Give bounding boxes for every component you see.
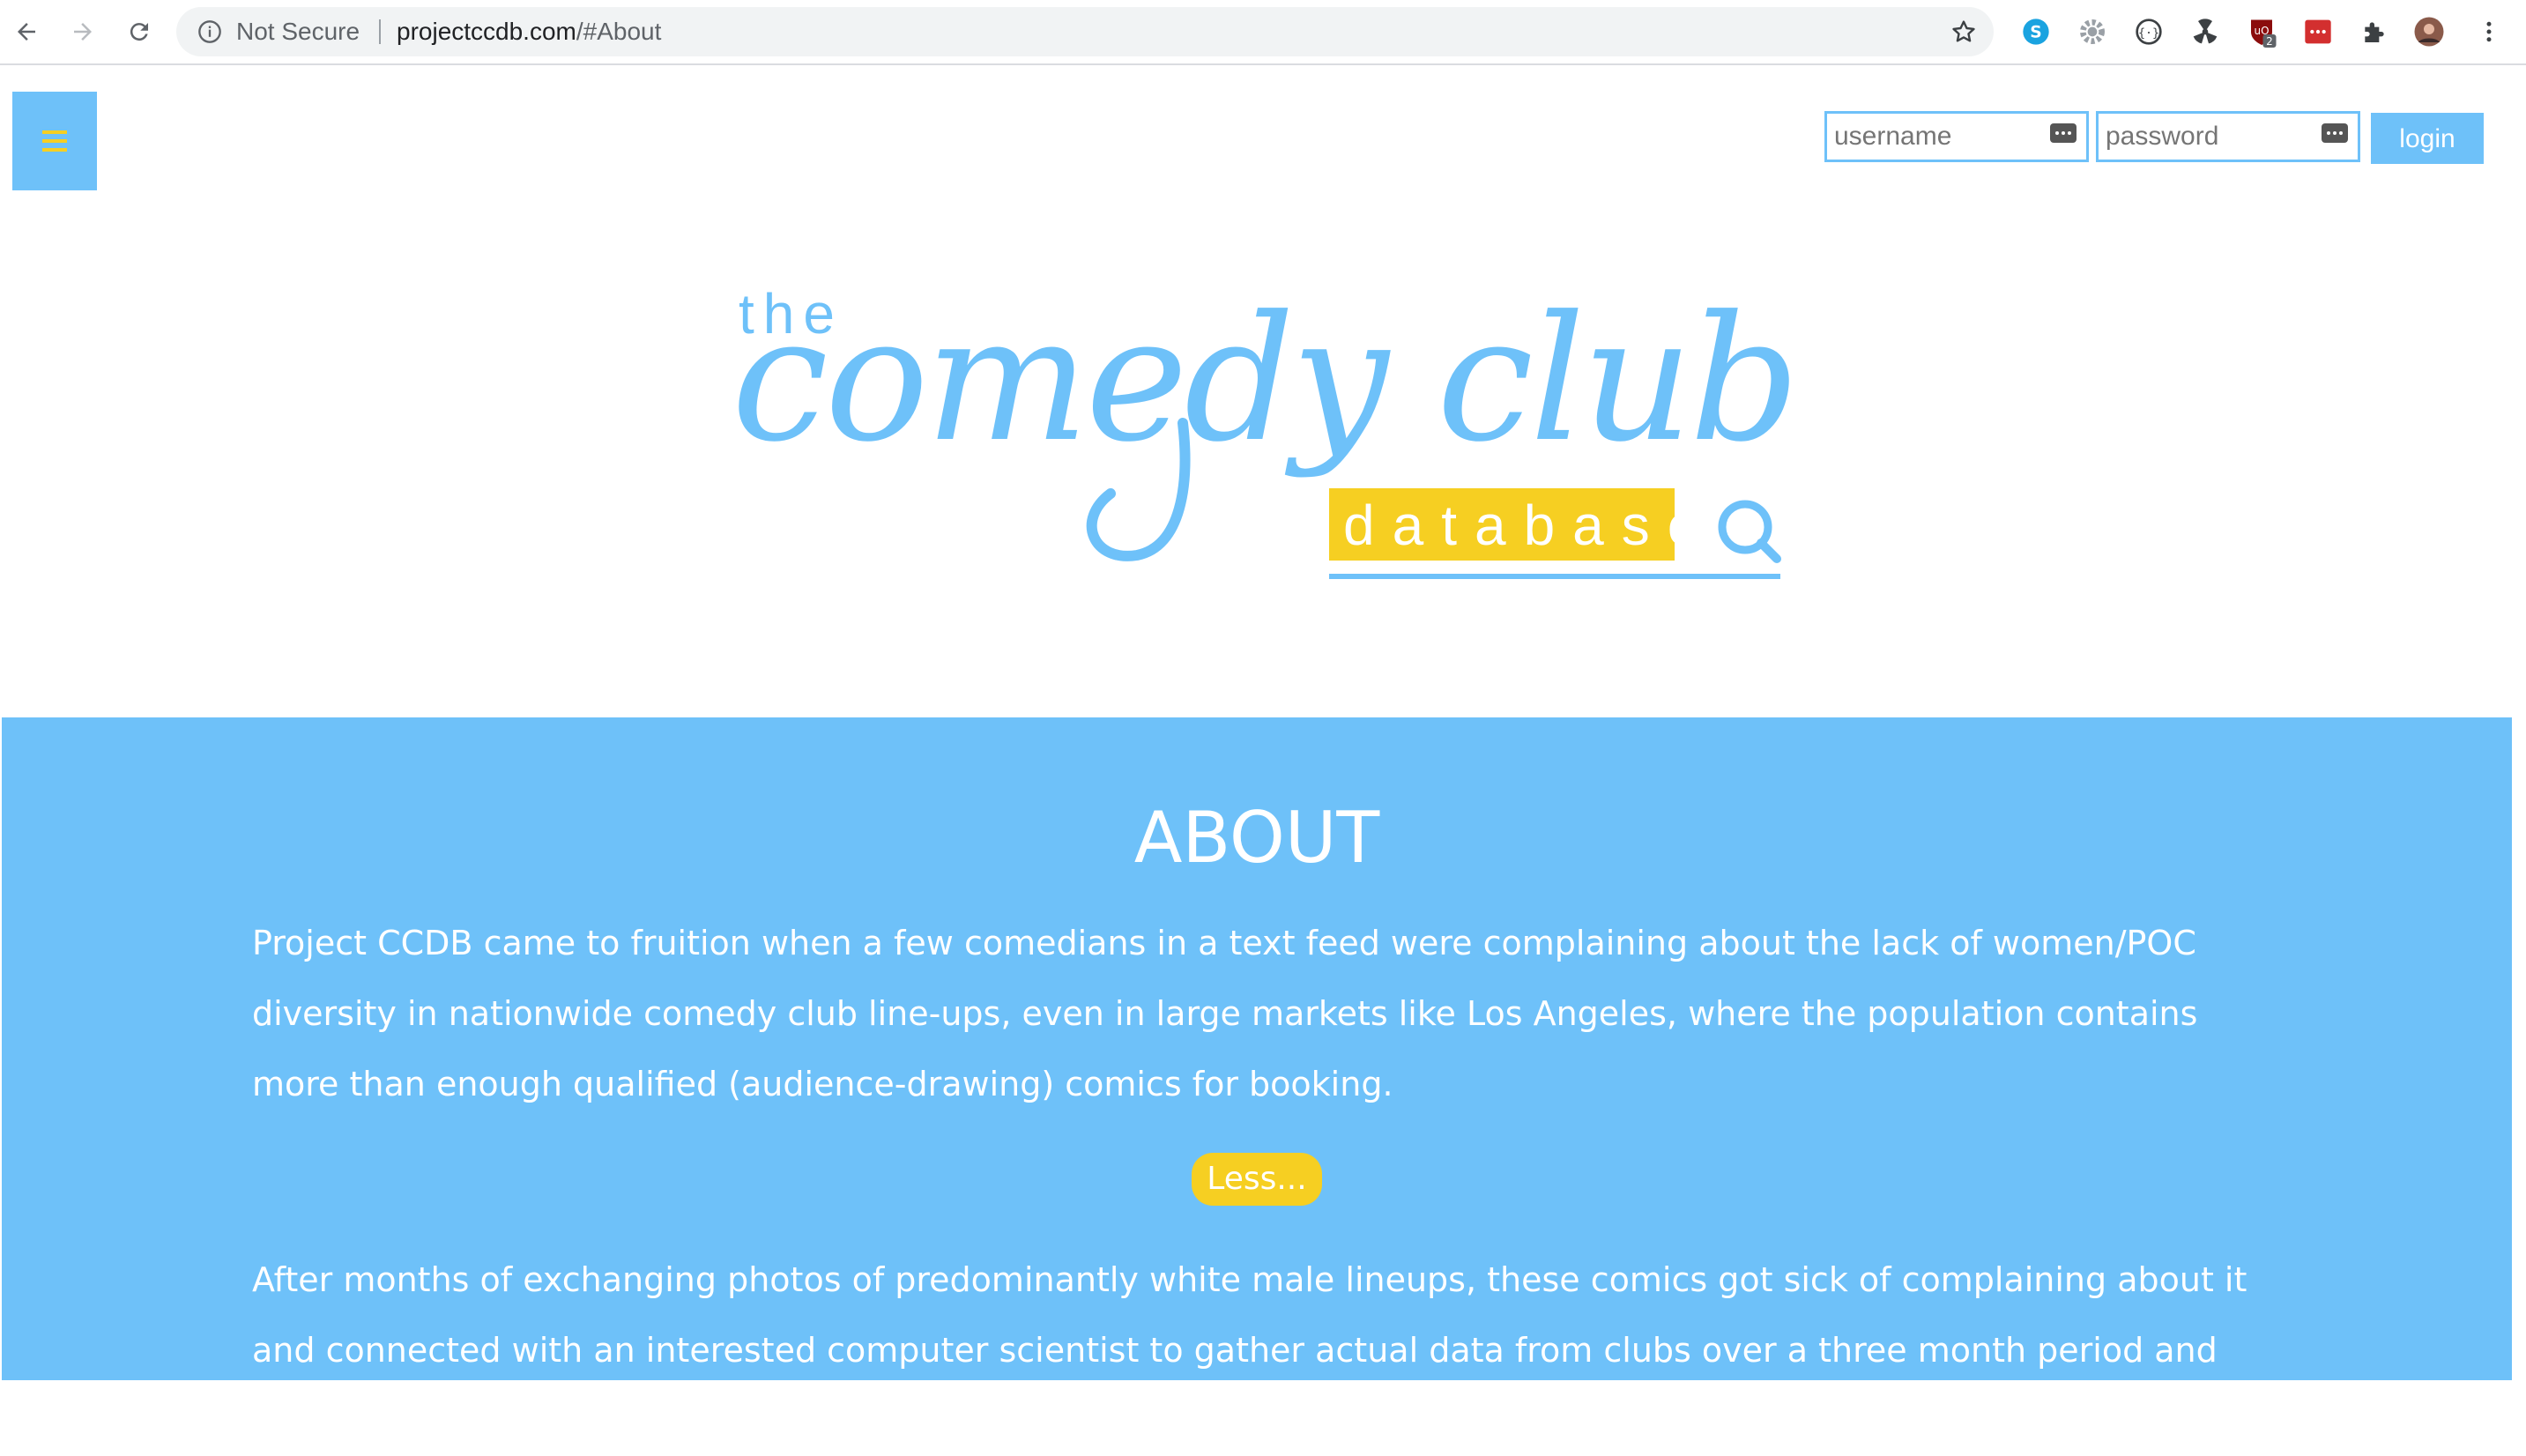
bookmark-star-icon[interactable]	[1950, 18, 1978, 46]
address-bar[interactable]: Not Secure projectccdb.com/#About	[176, 7, 1994, 56]
autofill-key-icon[interactable]	[2050, 123, 2077, 143]
hamburger-icon-bar	[42, 139, 67, 143]
password-input[interactable]	[2096, 111, 2360, 162]
comedy-club-database-logo[interactable]: the comedy club database	[723, 264, 1798, 599]
omnibox-divider	[379, 19, 381, 44]
logo-comedy-club-text: comedy club	[732, 279, 1796, 480]
security-label[interactable]: Not Secure	[236, 7, 360, 56]
hamburger-icon-bar	[42, 148, 67, 152]
puzzle-extensions-icon[interactable]	[2359, 16, 2390, 48]
logo-search-icon	[1718, 500, 1781, 563]
gear-extension-icon[interactable]	[2077, 16, 2108, 48]
url-text[interactable]: projectccdb.com/#About	[397, 7, 661, 56]
radiation-extension-icon[interactable]	[2189, 16, 2221, 48]
login-button[interactable]: login	[2371, 113, 2484, 164]
about-paragraph-2: After months of exchanging photos of pre…	[252, 1260, 2247, 1440]
back-button[interactable]	[7, 12, 46, 51]
arrow-left-icon	[18, 23, 35, 41]
username-input[interactable]	[1824, 111, 2089, 162]
info-icon[interactable]	[197, 19, 222, 44]
skype-extension-icon[interactable]: S	[2020, 16, 2052, 48]
arrow-right-icon	[74, 23, 92, 41]
svg-text:{·}: {·}	[2138, 26, 2159, 40]
hamburger-icon	[42, 130, 67, 134]
logo-database-text: database	[1343, 494, 1716, 557]
more-vert-icon[interactable]	[2473, 16, 2505, 48]
menu-toggle-button[interactable]	[12, 92, 97, 190]
less-toggle-button[interactable]: Less...	[1192, 1153, 1322, 1206]
reload-button[interactable]	[120, 12, 159, 51]
about-heading: ABOUT	[1133, 796, 1380, 879]
autofill-key-icon[interactable]	[2322, 123, 2348, 143]
password-manager-extension-icon[interactable]	[2302, 16, 2334, 48]
code-extension-icon[interactable]: {·}	[2133, 16, 2165, 48]
profile-avatar-icon[interactable]	[2413, 16, 2445, 48]
url-host: projectccdb.com	[397, 18, 576, 45]
extension-badge: 2	[2266, 35, 2273, 48]
svg-text:S: S	[2030, 24, 2041, 42]
url-path: /#About	[576, 18, 662, 45]
browser-toolbar: Not Secure projectccdb.com/#About S {·} …	[0, 0, 2526, 65]
reload-icon	[130, 23, 148, 41]
ublock-extension-icon[interactable]: uO 2	[2246, 16, 2277, 48]
about-paragraph-1: Project CCDB came to fruition when a few…	[252, 924, 2198, 1103]
forward-button[interactable]	[63, 12, 102, 51]
